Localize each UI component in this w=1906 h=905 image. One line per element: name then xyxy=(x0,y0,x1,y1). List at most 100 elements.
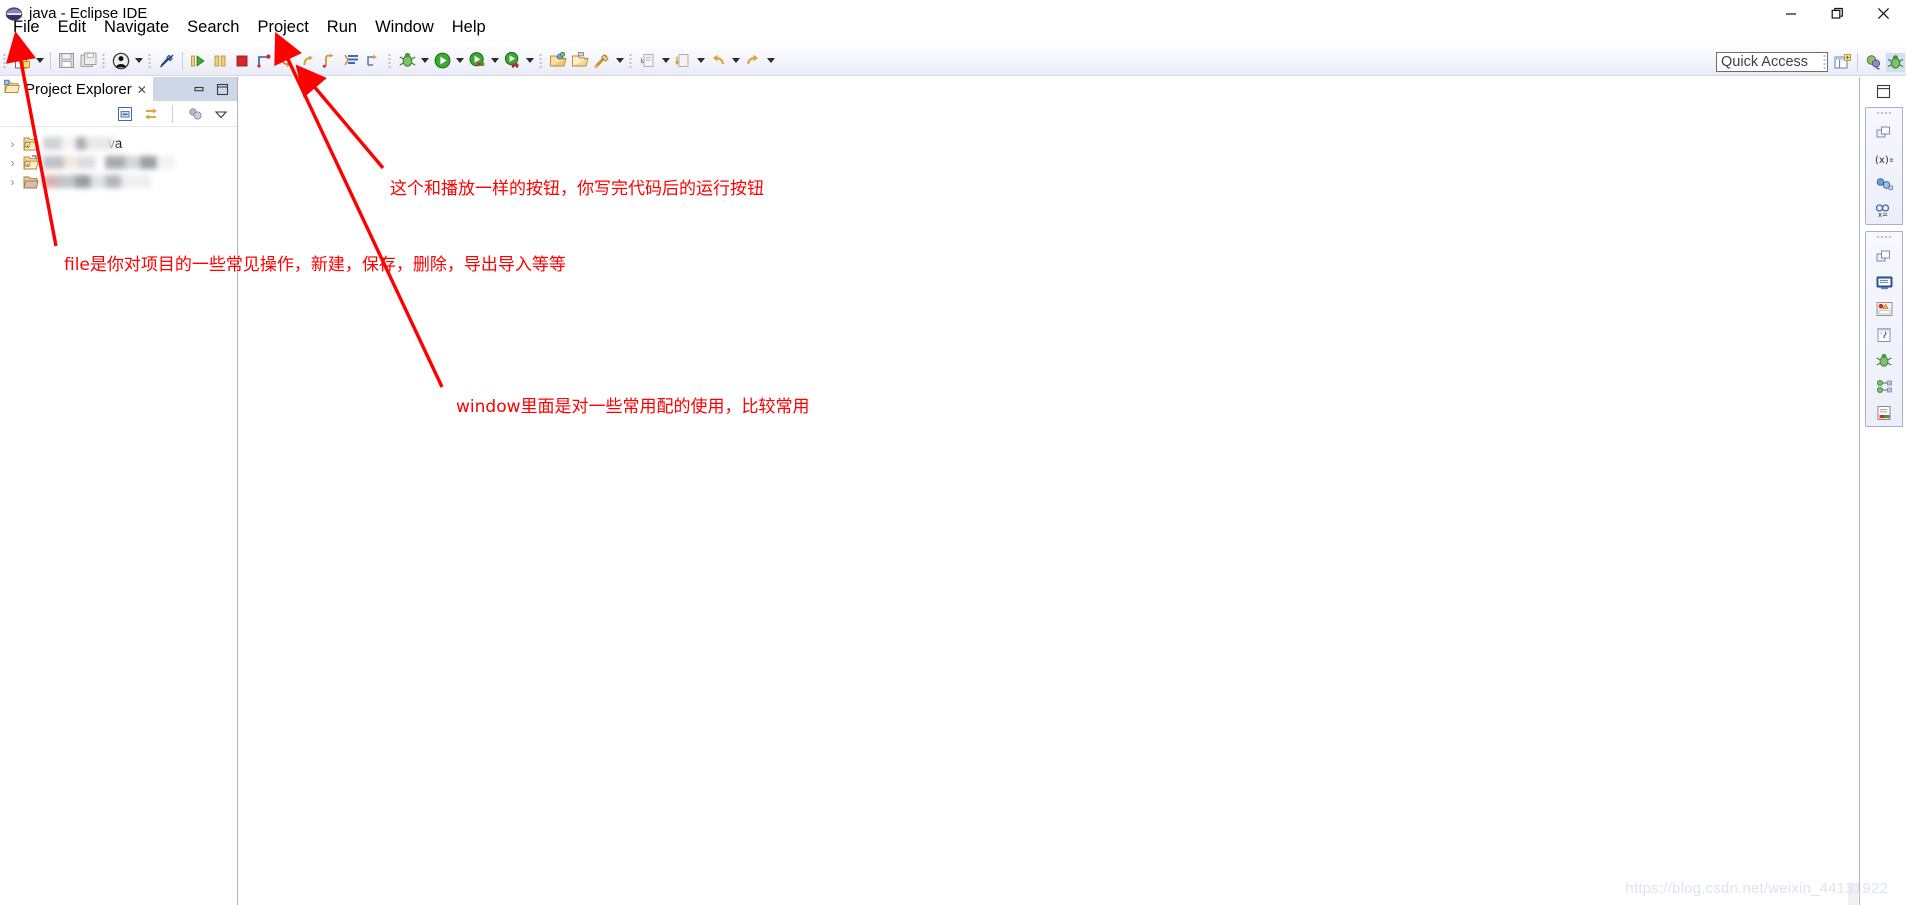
step-into-selection-icon[interactable] xyxy=(253,50,275,72)
toolbar-grip[interactable] xyxy=(147,51,154,70)
link-with-editor-icon[interactable] xyxy=(142,105,159,122)
progress-icon[interactable] xyxy=(1875,403,1894,422)
run-dropdown-icon[interactable] xyxy=(453,50,466,72)
focus-on-active-task-icon[interactable] xyxy=(186,105,203,122)
fast-view-group-console xyxy=(1865,231,1903,427)
next-annotation-dropdown-icon[interactable] xyxy=(694,50,707,72)
toolbar-grip[interactable] xyxy=(101,51,108,70)
tab-project-explorer[interactable]: Project Explorer ✕ xyxy=(0,77,153,101)
save-icon[interactable] xyxy=(55,50,77,72)
collapse-all-icon[interactable] xyxy=(116,105,133,122)
chevron-right-icon[interactable]: › xyxy=(6,175,19,189)
toolbar-grip[interactable] xyxy=(538,51,545,70)
menu-edit[interactable]: Edit xyxy=(49,16,95,40)
forward-icon[interactable] xyxy=(742,50,764,72)
perspective-separator xyxy=(1857,53,1858,71)
java-perspective-icon[interactable] xyxy=(1862,51,1884,73)
tree-item-project-3[interactable]: › xyxy=(0,172,237,191)
toggle-mark-occurrences-icon[interactable] xyxy=(156,50,178,72)
quick-access-input[interactable]: Quick Access xyxy=(1716,52,1828,72)
toolbar-grip[interactable] xyxy=(628,51,635,70)
project-name-redacted xyxy=(43,137,115,150)
project-explorer-icon xyxy=(4,79,20,100)
user-dropdown-icon[interactable] xyxy=(132,50,145,72)
view-toolbar-separator xyxy=(172,104,173,123)
menu-help[interactable]: Help xyxy=(443,16,495,40)
servers-icon[interactable] xyxy=(1875,377,1894,396)
toolbar-separator xyxy=(50,51,51,70)
step-over-icon[interactable] xyxy=(187,50,209,72)
annotation-window-menu-text: window里面是对一些常用配的使用，比较常用 xyxy=(456,397,810,417)
back-dropdown-icon[interactable] xyxy=(729,50,742,72)
open-task-icon[interactable] xyxy=(569,50,591,72)
next-annotation-icon[interactable] xyxy=(672,50,694,72)
back-icon[interactable] xyxy=(707,50,729,72)
fast-view-grip[interactable] xyxy=(1876,111,1892,116)
search-dropdown-icon[interactable] xyxy=(613,50,626,72)
editor-area[interactable] xyxy=(239,77,1859,905)
fast-view-grip[interactable] xyxy=(1876,235,1892,240)
outline-icon[interactable] xyxy=(1875,247,1894,266)
console-icon[interactable] xyxy=(1875,273,1894,292)
run-coverage-dropdown-icon[interactable] xyxy=(488,50,501,72)
toolbar-grip[interactable] xyxy=(2,51,9,70)
run-icon[interactable] xyxy=(431,50,453,72)
maximize-view-icon[interactable] xyxy=(216,83,229,96)
step-return-icon[interactable] xyxy=(297,50,319,72)
search-icon[interactable] xyxy=(591,50,613,72)
external-tools-icon[interactable] xyxy=(501,50,523,72)
debug-icon[interactable] xyxy=(1875,351,1894,370)
view-tab-filler xyxy=(152,77,237,101)
debug-perspective-icon[interactable] xyxy=(1884,51,1906,73)
menu-navigate[interactable]: Navigate xyxy=(95,16,178,40)
annotation-icon[interactable] xyxy=(637,50,659,72)
variables-icon[interactable]: (x)= xyxy=(1875,149,1894,168)
new-wizard-icon[interactable] xyxy=(11,50,33,72)
toolbar-grip[interactable] xyxy=(387,51,394,70)
paste-icon[interactable] xyxy=(363,50,385,72)
javadoc-icon[interactable] xyxy=(1875,325,1894,344)
run-coverage-icon[interactable] xyxy=(466,50,488,72)
terminate-icon[interactable] xyxy=(231,50,253,72)
menu-search[interactable]: Search xyxy=(178,16,248,40)
save-all-icon[interactable] xyxy=(77,50,99,72)
view-tab-row: Project Explorer ✕ xyxy=(0,77,237,101)
view-tab-label: Project Explorer xyxy=(25,81,132,98)
user-icon[interactable] xyxy=(110,50,132,72)
chevron-right-icon[interactable]: › xyxy=(6,156,19,170)
open-type-icon[interactable] xyxy=(547,50,569,72)
menu-project[interactable]: Project xyxy=(248,16,317,40)
restore-view-icon[interactable] xyxy=(1860,77,1906,105)
perspective-grip[interactable] xyxy=(1822,53,1829,71)
problems-icon[interactable] xyxy=(1875,299,1894,318)
menu-window[interactable]: Window xyxy=(366,16,443,40)
annotation-file-menu-text: file是你对项目的一些常见操作，新建，保存，删除，导出导入等等 xyxy=(64,255,566,275)
tree-item-project-1[interactable]: › va xyxy=(0,134,237,153)
new-wizard-dropdown-icon[interactable] xyxy=(33,50,46,72)
cut-icon[interactable] xyxy=(341,50,363,72)
menu-file[interactable]: File xyxy=(4,16,49,40)
annotation-dropdown-icon[interactable] xyxy=(659,50,672,72)
menu-bar: File Edit Navigate Search Project Run Wi… xyxy=(0,14,1906,41)
outline-icon[interactable] xyxy=(1875,123,1894,142)
tree-item-project-2[interactable]: › xyxy=(0,153,237,172)
chevron-right-icon[interactable]: › xyxy=(6,137,19,151)
project-name-redacted xyxy=(43,156,175,169)
close-icon[interactable]: ✕ xyxy=(137,84,147,96)
project-explorer-view: Project Explorer ✕ › va › › xyxy=(0,77,238,905)
breakpoints-icon[interactable] xyxy=(1875,175,1894,194)
minimize-view-icon[interactable] xyxy=(193,83,206,96)
view-menu-icon[interactable] xyxy=(212,105,229,122)
step-into-icon[interactable] xyxy=(275,50,297,72)
suspend-icon[interactable] xyxy=(209,50,231,72)
open-perspective-icon[interactable] xyxy=(1831,51,1853,73)
drop-to-frame-icon[interactable] xyxy=(319,50,341,72)
expressions-icon[interactable]: x= xyxy=(1875,201,1894,220)
debug-dropdown-icon[interactable] xyxy=(418,50,431,72)
forward-dropdown-icon[interactable] xyxy=(764,50,777,72)
debug-icon[interactable] xyxy=(396,50,418,72)
eclipse-ide-window: java - Eclipse IDE File Edit Navigate Se… xyxy=(0,0,1906,905)
menu-run[interactable]: Run xyxy=(318,16,366,40)
external-tools-dropdown-icon[interactable] xyxy=(523,50,536,72)
watermark: https://blog.csdn.net/weixin_44131922 xyxy=(1625,880,1888,897)
